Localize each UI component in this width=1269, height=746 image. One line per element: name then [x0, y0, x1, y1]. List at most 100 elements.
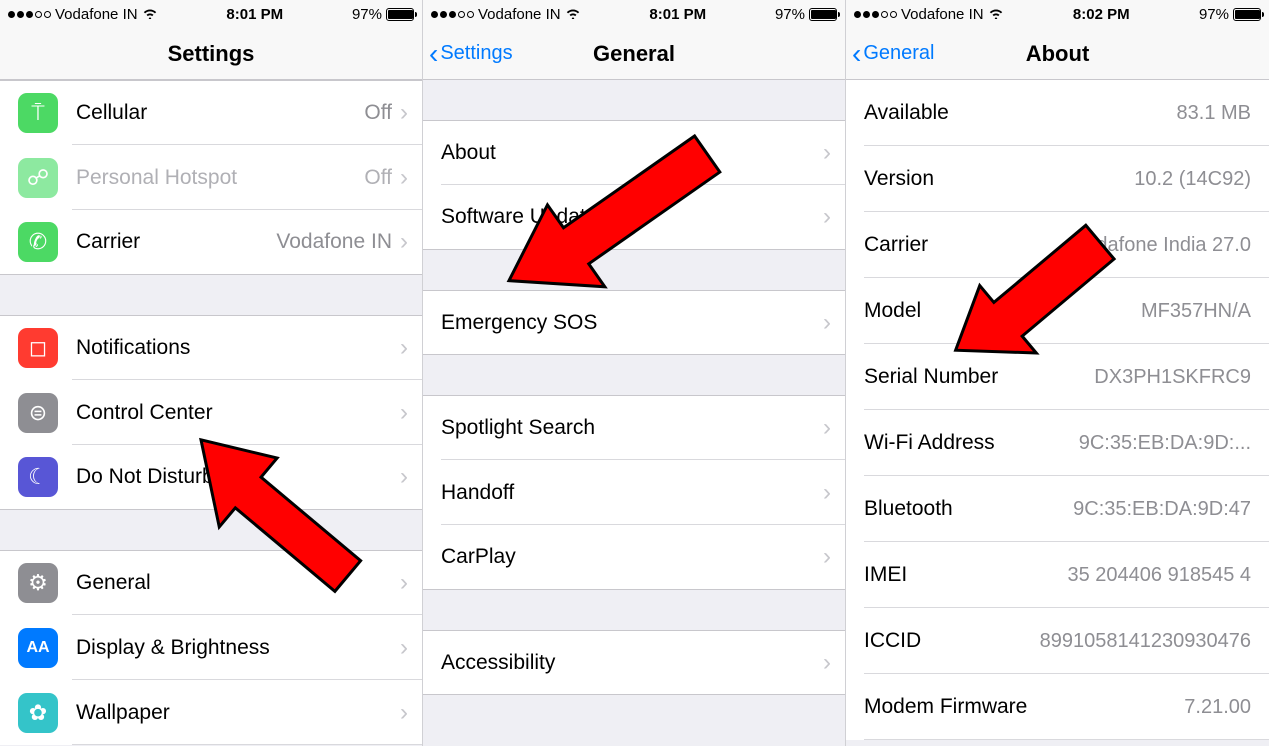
row-value: DX3PH1SKFRC9: [1094, 366, 1251, 389]
row-notifications[interactable]: ◻ Notifications ›: [0, 315, 422, 380]
row-label: Serial Number: [864, 365, 998, 389]
pane-general: Vodafone IN 8:01 PM 97% ‹ Settings Gener…: [423, 0, 846, 746]
wifi-icon: [988, 6, 1004, 22]
status-bar: Vodafone IN 8:01 PM 97%: [423, 0, 845, 28]
row-label: Model: [864, 299, 921, 323]
row-spotlight[interactable]: Spotlight Search ›: [423, 395, 845, 460]
chevron-right-icon: ›: [823, 545, 831, 569]
battery-pct: 97%: [352, 6, 382, 23]
row-about[interactable]: About ›: [423, 120, 845, 185]
row-label: IMEI: [864, 563, 907, 587]
battery-pct: 97%: [775, 6, 805, 23]
chevron-left-icon: ‹: [429, 40, 438, 68]
chevron-right-icon: ›: [823, 416, 831, 440]
row-model[interactable]: Model MF357HN/A: [846, 278, 1269, 344]
back-button[interactable]: ‹ General: [852, 40, 934, 68]
row-sos[interactable]: Emergency SOS ›: [423, 290, 845, 355]
clock: 8:02 PM: [1073, 6, 1130, 23]
row-value: MF357HN/A: [1141, 300, 1251, 323]
row-value: 9C:35:EB:DA:9D:...: [1079, 432, 1251, 455]
row-value: Vodafone IN: [276, 230, 392, 254]
chevron-right-icon: ›: [400, 636, 408, 660]
row-iccid[interactable]: ICCID 8991058141230930476: [846, 608, 1269, 674]
row-value: Off: [364, 101, 392, 125]
chevron-right-icon: ›: [400, 336, 408, 360]
row-label: Control Center: [76, 401, 400, 425]
row-carrier-info[interactable]: Carrier Vodafone India 27.0: [846, 212, 1269, 278]
row-label: Software Update: [441, 205, 823, 229]
battery-icon: [386, 8, 414, 21]
row-version[interactable]: Version 10.2 (14C92): [846, 146, 1269, 212]
row-serial[interactable]: Serial Number DX3PH1SKFRC9: [846, 344, 1269, 410]
hotspot-icon: ☍: [18, 158, 58, 198]
status-bar: Vodafone IN 8:01 PM 97%: [0, 0, 422, 28]
battery-icon: [1233, 8, 1261, 21]
carrier-name: Vodafone IN: [478, 6, 561, 23]
wifi-icon: [142, 6, 158, 22]
battery-icon: [809, 8, 837, 21]
row-label: Wallpaper: [76, 701, 400, 725]
row-label: Carrier: [76, 230, 276, 254]
row-available[interactable]: Available 83.1 MB: [846, 80, 1269, 146]
row-label: ICCID: [864, 629, 921, 653]
clock: 8:01 PM: [649, 6, 706, 23]
back-button[interactable]: ‹ Settings: [429, 40, 513, 68]
row-dnd[interactable]: ☾ Do Not Disturb ›: [0, 445, 422, 510]
chevron-right-icon: ›: [823, 141, 831, 165]
row-label: Emergency SOS: [441, 311, 823, 335]
row-label: Handoff: [441, 481, 823, 505]
row-general[interactable]: ⚙ General ›: [0, 550, 422, 615]
chevron-right-icon: ›: [400, 401, 408, 425]
carrier-name: Vodafone IN: [901, 6, 984, 23]
signal-icon: [854, 11, 897, 18]
row-value: Vodafone India 27.0: [1073, 234, 1251, 257]
chevron-right-icon: ›: [400, 701, 408, 725]
chevron-right-icon: ›: [823, 311, 831, 335]
clock: 8:01 PM: [226, 6, 283, 23]
row-control-center[interactable]: ⊜ Control Center ›: [0, 380, 422, 445]
gear-icon: ⚙: [18, 563, 58, 603]
chevron-right-icon: ›: [400, 166, 408, 190]
row-accessibility[interactable]: Accessibility ›: [423, 630, 845, 695]
row-label: Accessibility: [441, 651, 823, 675]
row-software-update[interactable]: Software Update ›: [423, 185, 845, 250]
row-display[interactable]: AA Display & Brightness ›: [0, 615, 422, 680]
row-label: General: [76, 571, 400, 595]
chevron-right-icon: ›: [823, 651, 831, 675]
row-modem[interactable]: Modem Firmware 7.21.00: [846, 674, 1269, 740]
nav-bar: Settings: [0, 28, 422, 80]
row-bluetooth[interactable]: Bluetooth 9C:35:EB:DA:9D:47: [846, 476, 1269, 542]
pane-about: Vodafone IN 8:02 PM 97% ‹ General About …: [846, 0, 1269, 746]
row-imei[interactable]: IMEI 35 204406 918545 4: [846, 542, 1269, 608]
chevron-left-icon: ‹: [852, 40, 861, 68]
wallpaper-icon: ✿: [18, 693, 58, 733]
row-label: Version: [864, 167, 934, 191]
notifications-icon: ◻: [18, 328, 58, 368]
row-value: 35 204406 918545 4: [1067, 564, 1251, 587]
chevron-right-icon: ›: [823, 481, 831, 505]
page-title: Settings: [0, 41, 422, 67]
row-label: Wi-Fi Address: [864, 431, 995, 455]
row-cellular[interactable]: ⍑ Cellular Off ›: [0, 80, 422, 145]
row-carrier[interactable]: ✆ Carrier Vodafone IN ›: [0, 210, 422, 275]
signal-icon: [8, 11, 51, 18]
cellular-icon: ⍑: [18, 93, 58, 133]
row-carplay[interactable]: CarPlay ›: [423, 525, 845, 590]
row-value: 9C:35:EB:DA:9D:47: [1073, 498, 1251, 521]
chevron-right-icon: ›: [823, 205, 831, 229]
chevron-right-icon: ›: [400, 465, 408, 489]
carrier-name: Vodafone IN: [55, 6, 138, 23]
row-hotspot[interactable]: ☍ Personal Hotspot Off ›: [0, 145, 422, 210]
back-label: Settings: [440, 42, 512, 65]
pane-settings: Vodafone IN 8:01 PM 97% Settings ⍑ Cellu…: [0, 0, 423, 746]
row-wallpaper[interactable]: ✿ Wallpaper ›: [0, 680, 422, 745]
row-value: 10.2 (14C92): [1134, 168, 1251, 191]
row-label: About: [441, 141, 823, 165]
row-handoff[interactable]: Handoff ›: [423, 460, 845, 525]
signal-icon: [431, 11, 474, 18]
row-label: Bluetooth: [864, 497, 953, 521]
chevron-right-icon: ›: [400, 571, 408, 595]
battery-pct: 97%: [1199, 6, 1229, 23]
row-label: Available: [864, 101, 949, 125]
row-wifi-address[interactable]: Wi-Fi Address 9C:35:EB:DA:9D:...: [846, 410, 1269, 476]
